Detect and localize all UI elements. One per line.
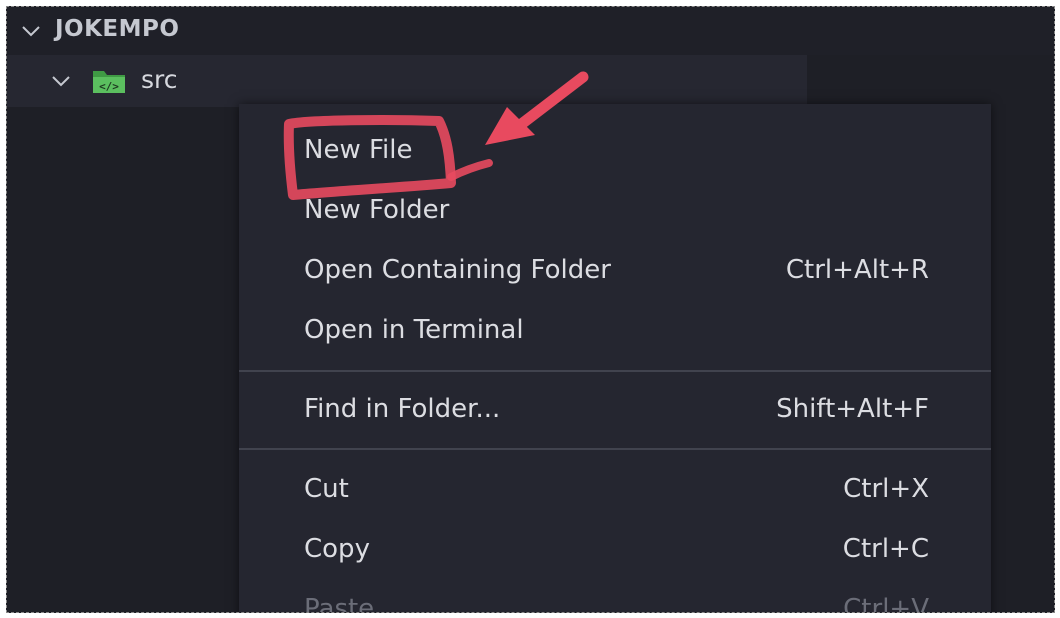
menu-separator [239, 448, 991, 450]
menu-item-label: Open Containing Folder [304, 255, 611, 285]
menu-item-label: Paste [304, 594, 375, 613]
context-menu: New File New Folder Open Containing Fold… [239, 104, 991, 613]
menu-item-cut[interactable]: Cut Ctrl+X [239, 461, 991, 521]
menu-item-label: Copy [304, 534, 370, 564]
menu-item-label: Open in Terminal [304, 315, 524, 345]
menu-item-find-in-folder[interactable]: Find in Folder... Shift+Alt+F [239, 381, 991, 441]
menu-item-new-folder[interactable]: New Folder [239, 182, 991, 242]
chevron-down-icon [52, 76, 70, 87]
menu-item-label: New Folder [304, 195, 450, 225]
svg-text:</>: </> [99, 80, 119, 93]
explorer-section-header[interactable]: JOKEMPO [7, 7, 1054, 55]
folder-label: src [141, 65, 178, 94]
menu-item-shortcut: Ctrl+V [843, 594, 929, 613]
menu-item-label: New File [304, 135, 413, 165]
folder-source-icon: </> [93, 71, 125, 93]
menu-item-copy[interactable]: Copy Ctrl+C [239, 521, 991, 581]
menu-item-shortcut: Ctrl+C [842, 534, 929, 564]
chevron-down-icon [22, 26, 40, 37]
menu-separator [239, 370, 991, 372]
menu-item-label: Cut [304, 474, 349, 504]
screenshot-frame: JOKEMPO </> src New File New Folder Open… [6, 6, 1055, 613]
menu-item-shortcut: Ctrl+Alt+R [785, 255, 929, 285]
menu-item-new-file[interactable]: New File [239, 122, 991, 182]
menu-item-shortcut: Ctrl+X [843, 474, 929, 504]
menu-item-shortcut: Shift+Alt+F [776, 394, 929, 424]
explorer-title: JOKEMPO [55, 16, 180, 42]
menu-item-open-in-terminal[interactable]: Open in Terminal [239, 302, 991, 362]
menu-item-label: Find in Folder... [304, 394, 501, 424]
menu-item-paste: Paste Ctrl+V [239, 581, 991, 613]
folder-tree-item[interactable]: </> src [7, 55, 807, 107]
menu-item-open-containing-folder[interactable]: Open Containing Folder Ctrl+Alt+R [239, 242, 991, 302]
